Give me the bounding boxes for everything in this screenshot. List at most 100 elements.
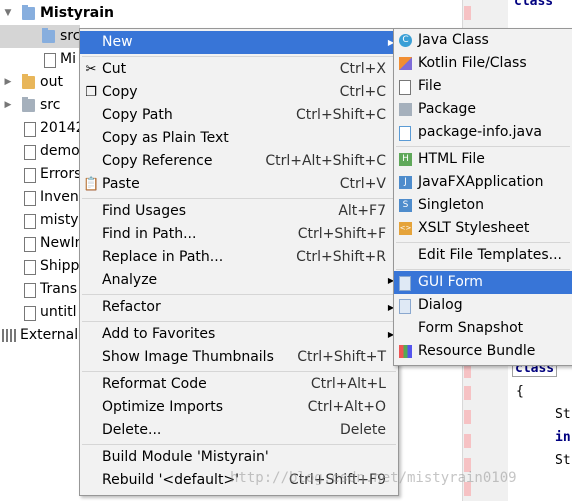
- menu-separator: [82, 371, 396, 372]
- file-icon: [24, 283, 36, 298]
- watermark: http://blog.csdn.net/mistyrain0109: [230, 470, 517, 486]
- module-folder-icon: [22, 5, 35, 20]
- menu-item-copy-path[interactable]: Copy Path Ctrl+Shift+C: [80, 104, 398, 127]
- menu-separator: [396, 146, 570, 147]
- chevron-right-icon[interactable]: ▶: [3, 94, 13, 117]
- code-line: St: [555, 407, 571, 422]
- tree-item-src-selected[interactable]: src: [0, 25, 80, 48]
- file-icon: [24, 260, 36, 275]
- java-file-icon: [399, 126, 411, 141]
- tree-item-file[interactable]: Shipp: [0, 255, 80, 278]
- menu-item-copy[interactable]: ❐ Copy Ctrl+C: [80, 81, 398, 104]
- chevron-down-icon[interactable]: ▼: [3, 2, 13, 25]
- new-submenu: C Java Class Kotlin File/Class File Pack…: [393, 28, 572, 366]
- submenu-item-singleton[interactable]: S Singleton: [394, 194, 572, 217]
- java-class-icon: C: [399, 34, 412, 47]
- file-icon: [24, 191, 36, 206]
- copy-icon: ❐: [85, 85, 97, 100]
- context-menu: New ▶ ✂ Cut Ctrl+X ❐ Copy Ctrl+C Copy Pa…: [79, 28, 399, 496]
- package-icon: [399, 103, 412, 116]
- menu-item-show-image-thumbnails[interactable]: Show Image Thumbnails Ctrl+Shift+T: [80, 346, 398, 369]
- menu-item-analyze[interactable]: Analyze ▶: [80, 269, 398, 292]
- submenu-item-html-file[interactable]: H HTML File: [394, 148, 572, 171]
- folder-icon: [22, 97, 35, 112]
- menu-separator: [396, 269, 570, 270]
- submenu-item-java-class[interactable]: C Java Class: [394, 29, 572, 52]
- breakpoint-marker: [464, 6, 471, 20]
- menu-item-refactor[interactable]: Refactor ▶: [80, 296, 398, 319]
- menu-item-find-usages[interactable]: Find Usages Alt+F7: [80, 200, 398, 223]
- tree-item-out[interactable]: ▶ out: [0, 71, 80, 94]
- kotlin-icon: [399, 57, 412, 70]
- tree-item-file[interactable]: NewIn: [0, 232, 84, 255]
- menu-separator: [396, 242, 570, 243]
- menu-item-find-in-path[interactable]: Find in Path... Ctrl+Shift+F: [80, 223, 398, 246]
- code-keyword: in: [555, 430, 571, 445]
- tree-item-external-libraries[interactable]: External: [0, 324, 80, 347]
- chevron-right-icon[interactable]: ▶: [3, 71, 13, 94]
- code-line: St: [555, 453, 571, 468]
- menu-item-optimize-imports[interactable]: Optimize Imports Ctrl+Alt+O: [80, 396, 398, 419]
- submenu-item-package-info[interactable]: package-info.java: [394, 121, 572, 144]
- menu-item-paste[interactable]: 📋 Paste Ctrl+V: [80, 173, 398, 196]
- tree-item-file[interactable]: Errors: [0, 163, 81, 186]
- submenu-item-form-snapshot[interactable]: Form Snapshot: [394, 317, 572, 340]
- scissors-icon: ✂: [85, 62, 97, 77]
- form-icon: [399, 276, 411, 291]
- file-icon: [24, 145, 36, 160]
- breakpoint-marker: [464, 364, 471, 378]
- tree-item-file[interactable]: untitl: [0, 301, 80, 324]
- tree-item-file[interactable]: Inven: [0, 186, 80, 209]
- breakpoint-marker: [464, 410, 471, 424]
- menu-item-replace-in-path[interactable]: Replace in Path... Ctrl+Shift+R: [80, 246, 398, 269]
- singleton-icon: S: [399, 199, 412, 212]
- tree-item-file[interactable]: demo: [0, 140, 80, 163]
- tree-item-file[interactable]: mistyr: [0, 209, 84, 232]
- folder-icon: [22, 74, 35, 89]
- breakpoint-marker: [464, 386, 471, 400]
- submenu-item-edit-file-templates[interactable]: Edit File Templates...: [394, 244, 572, 267]
- file-icon: [24, 168, 36, 183]
- code-keyword-class: class: [514, 0, 554, 9]
- submenu-item-dialog[interactable]: Dialog: [394, 294, 572, 317]
- file-icon: [24, 214, 36, 229]
- source-folder-icon: [42, 28, 55, 43]
- menu-item-build-module[interactable]: Build Module 'Mistyrain': [80, 446, 398, 469]
- submenu-item-javafx-application[interactable]: J JavaFXApplication: [394, 171, 572, 194]
- file-icon: [24, 237, 36, 252]
- tree-item-mi[interactable]: Mi: [0, 48, 80, 71]
- menu-item-delete[interactable]: Delete... Delete: [80, 419, 398, 442]
- submenu-item-package[interactable]: Package: [394, 98, 572, 121]
- html-file-icon: H: [399, 153, 412, 166]
- menu-item-new[interactable]: New ▶: [80, 31, 398, 54]
- submenu-item-xslt-stylesheet[interactable]: <> XSLT Stylesheet: [394, 217, 572, 240]
- menu-item-reformat-code[interactable]: Reformat Code Ctrl+Alt+L: [80, 373, 398, 396]
- menu-separator: [82, 321, 396, 322]
- file-icon: [44, 53, 56, 68]
- menu-separator: [82, 198, 396, 199]
- submenu-item-kotlin-file[interactable]: Kotlin File/Class: [394, 52, 572, 75]
- file-icon: [24, 306, 36, 321]
- code-brace: {: [516, 384, 524, 399]
- menu-item-add-to-favorites[interactable]: Add to Favorites ▶: [80, 323, 398, 346]
- xslt-icon: <>: [399, 222, 412, 235]
- menu-separator: [82, 444, 396, 445]
- tree-item-src[interactable]: ▶ src: [0, 94, 80, 117]
- menu-separator: [82, 56, 396, 57]
- resource-bundle-icon: [399, 345, 412, 358]
- file-icon: [399, 80, 411, 95]
- tree-item-mistyrain[interactable]: ▼ Mistyrain: [0, 2, 462, 25]
- tree-item-file[interactable]: Trans: [0, 278, 80, 301]
- clipboard-icon: 📋: [83, 177, 100, 192]
- menu-item-copy-plain-text[interactable]: Copy as Plain Text: [80, 127, 398, 150]
- menu-separator: [82, 294, 396, 295]
- menu-item-cut[interactable]: ✂ Cut Ctrl+X: [80, 58, 398, 81]
- breakpoint-marker: [464, 434, 471, 448]
- menu-item-copy-reference[interactable]: Copy Reference Ctrl+Alt+Shift+C: [80, 150, 398, 173]
- submenu-item-resource-bundle[interactable]: Resource Bundle: [394, 340, 572, 363]
- submenu-item-gui-form[interactable]: GUI Form: [394, 271, 572, 294]
- submenu-item-file[interactable]: File: [394, 75, 572, 98]
- tree-item-file[interactable]: 20142: [0, 117, 85, 140]
- dialog-icon: [399, 299, 411, 314]
- javafx-icon: J: [399, 176, 412, 189]
